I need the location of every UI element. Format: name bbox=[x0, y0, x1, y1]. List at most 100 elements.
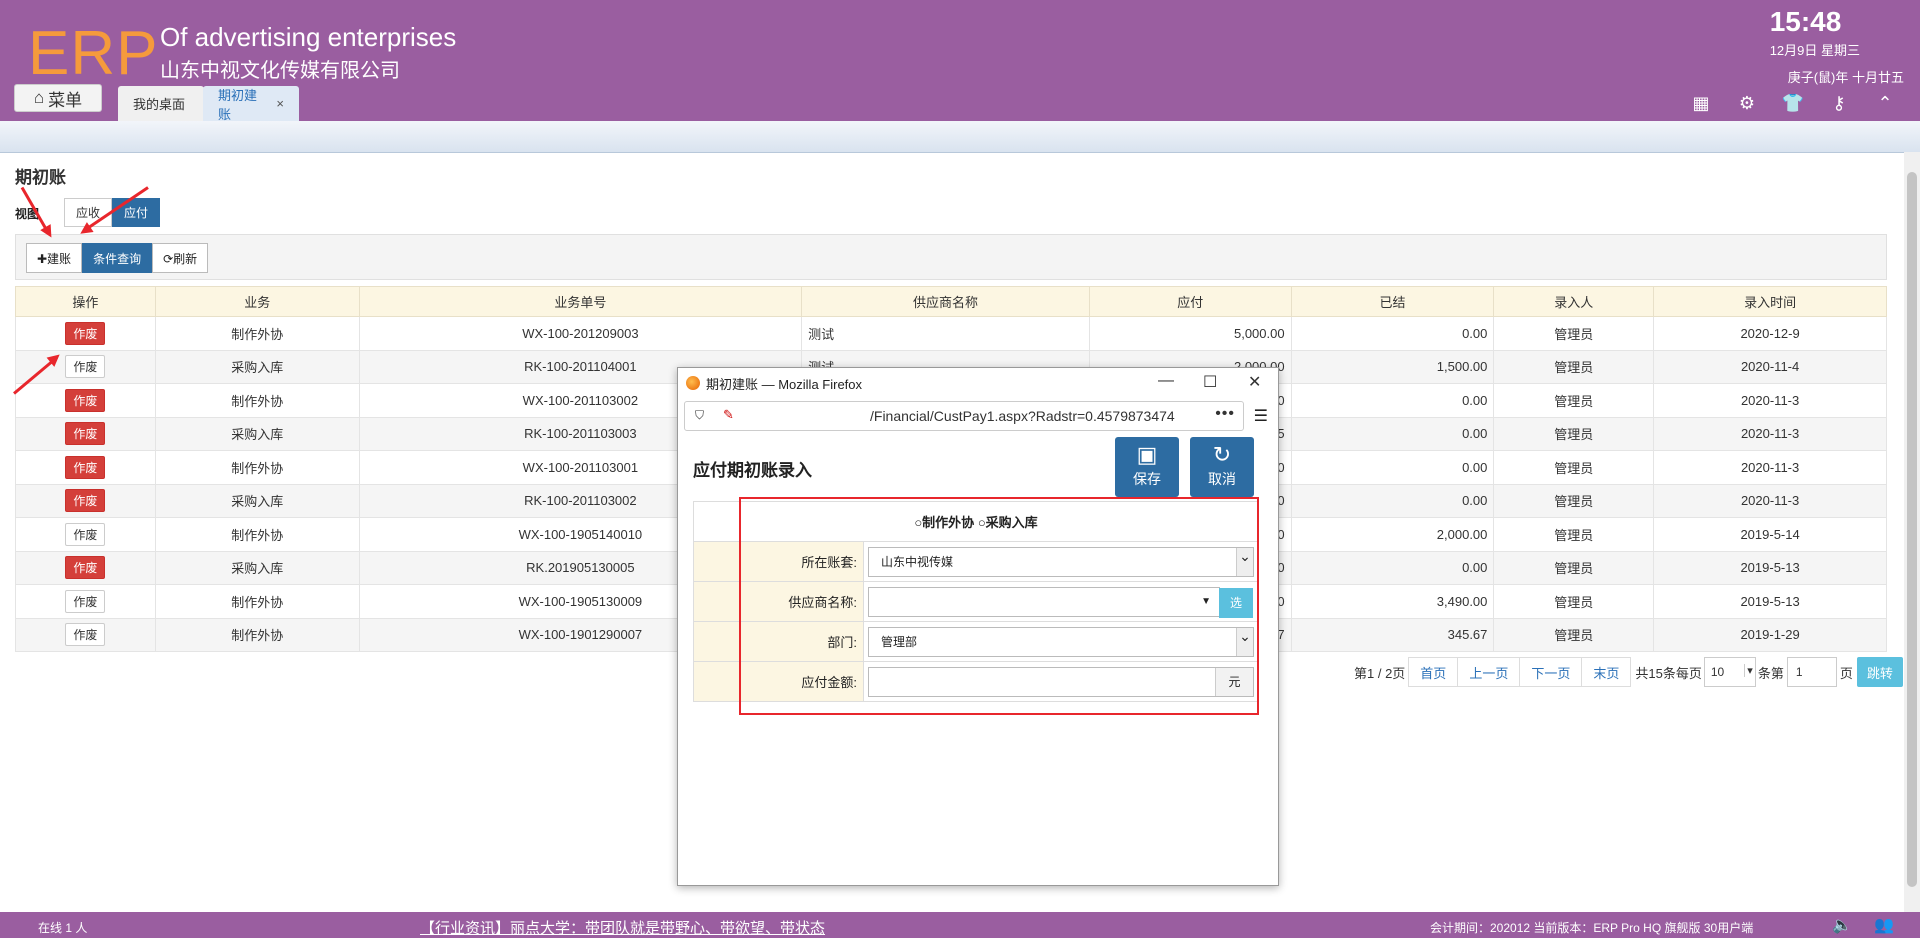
page-title: 期初账 bbox=[15, 168, 66, 187]
view-payable[interactable]: 应付 bbox=[112, 198, 161, 227]
toolbar: ✚建账 条件查询 ⟳刷新 bbox=[15, 234, 1887, 280]
cell-date: 2020-11-3 bbox=[1653, 383, 1887, 418]
save-button[interactable]: ▣ 保存 bbox=[1115, 437, 1179, 497]
grid-add-icon[interactable]: ▦ bbox=[1690, 92, 1712, 114]
column-header: 供应商名称 bbox=[801, 286, 1090, 317]
view-receivable[interactable]: 应收 bbox=[64, 198, 113, 227]
cell-user: 管理员 bbox=[1493, 416, 1655, 451]
cell-paid: 0.00 bbox=[1290, 316, 1495, 351]
void-button[interactable]: 作废 bbox=[65, 589, 106, 613]
close-icon[interactable]: × bbox=[276, 96, 284, 111]
floppy-icon: ▣ bbox=[1136, 442, 1158, 467]
cell-biz: 采购入库 bbox=[154, 416, 360, 451]
void-button[interactable]: 作废 bbox=[65, 355, 106, 379]
cell-biz: 制作外协 bbox=[154, 383, 360, 418]
page-size-select[interactable]: 10 bbox=[1703, 657, 1756, 687]
query-button[interactable]: 条件查询 bbox=[82, 243, 153, 273]
cell-date: 2020-12-9 bbox=[1653, 316, 1887, 351]
column-header: 业务单号 bbox=[358, 286, 803, 317]
cell-op: 作废 bbox=[15, 483, 156, 518]
cell-user: 管理员 bbox=[1493, 517, 1655, 552]
key-icon[interactable]: ⚷ bbox=[1828, 92, 1850, 114]
form-title: 应付期初账录入 bbox=[693, 461, 812, 480]
column-header: 应付 bbox=[1088, 286, 1292, 317]
cell-op: 作废 bbox=[15, 584, 156, 619]
first-page-button[interactable]: 首页 bbox=[1408, 657, 1459, 687]
clock-date: 12月9日 星期三 bbox=[1769, 43, 1860, 58]
cell-no: WX-100-201209003 bbox=[358, 316, 803, 351]
toolbar-buttons: ✚建账 条件查询 ⟳刷新 bbox=[26, 243, 209, 273]
cell-op: 作废 bbox=[15, 416, 156, 451]
void-button[interactable]: 作废 bbox=[65, 455, 106, 479]
new-account-button[interactable]: ✚建账 bbox=[26, 243, 83, 273]
cell-paid: 3,490.00 bbox=[1290, 584, 1495, 619]
void-button[interactable]: 作废 bbox=[65, 422, 106, 446]
cell-paid: 0.00 bbox=[1290, 383, 1495, 418]
url-bar[interactable]: ⛉ ✎ /Financial/CustPay1.aspx?Radstr=0.45… bbox=[684, 401, 1244, 431]
minimize-icon[interactable]: — bbox=[1158, 372, 1174, 390]
speaker-icon[interactable]: 🔈 bbox=[1832, 915, 1852, 935]
last-page-button[interactable]: 末页 bbox=[1581, 657, 1632, 687]
cell-date: 2019-5-13 bbox=[1653, 550, 1887, 585]
cancel-button[interactable]: ↻ 取消 bbox=[1190, 437, 1254, 497]
shield-icon[interactable]: ⛉ bbox=[695, 408, 704, 423]
menu-button[interactable]: ⌂ 菜单 bbox=[14, 84, 102, 112]
cell-biz: 采购入库 bbox=[154, 349, 360, 384]
undo-icon: ↻ bbox=[1212, 442, 1232, 467]
cell-biz: 制作外协 bbox=[154, 517, 360, 552]
cell-biz: 采购入库 bbox=[154, 550, 360, 585]
tab-opening-accounts[interactable]: 期初建账 × bbox=[203, 86, 299, 122]
more-icon[interactable]: ••• bbox=[1215, 405, 1235, 423]
void-button[interactable]: 作废 bbox=[65, 623, 106, 647]
cell-user: 管理员 bbox=[1493, 450, 1655, 485]
clock-lunar: 庚子(鼠)年 十月廿五 bbox=[1787, 70, 1904, 85]
cell-paid: 0.00 bbox=[1290, 483, 1495, 518]
void-button[interactable]: 作废 bbox=[65, 556, 106, 580]
cell-biz: 制作外协 bbox=[154, 584, 360, 619]
refresh-button[interactable]: ⟳刷新 bbox=[152, 243, 209, 273]
cell-date: 2020-11-3 bbox=[1653, 416, 1887, 451]
void-button[interactable]: 作废 bbox=[65, 522, 106, 546]
annotation-highlight-box bbox=[739, 497, 1259, 715]
void-button[interactable]: 作废 bbox=[65, 388, 106, 412]
shirt-icon[interactable]: 👕 bbox=[1782, 92, 1804, 114]
next-page-button[interactable]: 下一页 bbox=[1519, 657, 1583, 687]
scrollbar-thumb[interactable] bbox=[1907, 172, 1917, 887]
cell-biz: 制作外协 bbox=[154, 617, 360, 652]
cell-user: 管理员 bbox=[1493, 617, 1655, 652]
page-info: 第1 / 2页 bbox=[1354, 665, 1406, 681]
scrollbar[interactable] bbox=[1904, 152, 1920, 912]
column-header: 录入人 bbox=[1493, 286, 1655, 317]
cell-date: 2020-11-3 bbox=[1653, 450, 1887, 485]
goto-label: 条第 bbox=[1757, 665, 1784, 681]
blocked-media-icon[interactable]: ✎ bbox=[723, 407, 734, 423]
page-suffix: 页 bbox=[1839, 665, 1853, 681]
column-header: 录入时间 bbox=[1653, 286, 1887, 317]
close-icon[interactable]: ✕ bbox=[1248, 372, 1261, 392]
header-icons: ▦ ⚙ 👕 ⚷ ⌃ bbox=[1690, 92, 1896, 114]
cell-paid: 345.67 bbox=[1290, 617, 1495, 652]
logo: ERP bbox=[28, 19, 159, 88]
clock-time: 15:48 bbox=[1769, 6, 1842, 37]
void-button[interactable]: 作废 bbox=[65, 321, 106, 345]
cell-user: 管理员 bbox=[1493, 550, 1655, 585]
users-icon[interactable]: 👥 bbox=[1874, 915, 1894, 935]
firefox-icon bbox=[686, 376, 700, 390]
cell-date: 2019-1-29 bbox=[1653, 617, 1887, 652]
tab-desktop[interactable]: 我的桌面 bbox=[118, 86, 204, 121]
header: ERP Of advertising enterprises 山东中视文化传媒有… bbox=[0, 0, 1920, 122]
popup-window-title: 期初建账 — Mozilla Firefox bbox=[706, 376, 863, 392]
void-button[interactable]: 作废 bbox=[65, 489, 106, 513]
jump-button[interactable]: 跳转 bbox=[1856, 657, 1903, 687]
cell-op: 作废 bbox=[15, 617, 156, 652]
hamburger-icon[interactable]: ☰ bbox=[1254, 406, 1268, 426]
cell-user: 管理员 bbox=[1493, 383, 1655, 418]
popup-titlebar: 期初建账 — Mozilla Firefox bbox=[678, 368, 1278, 398]
gear-icon[interactable]: ⚙ bbox=[1736, 92, 1758, 114]
maximize-icon[interactable]: ☐ bbox=[1203, 372, 1217, 392]
cell-user: 管理员 bbox=[1493, 584, 1655, 619]
news-link[interactable]: 【行业资讯】丽点大学：带团队就是带野心、带欲望、带状态 bbox=[420, 917, 825, 938]
prev-page-button[interactable]: 上一页 bbox=[1457, 657, 1521, 687]
chevron-up-icon[interactable]: ⌃ bbox=[1874, 92, 1896, 114]
page-input[interactable]: 1 bbox=[1786, 657, 1837, 687]
